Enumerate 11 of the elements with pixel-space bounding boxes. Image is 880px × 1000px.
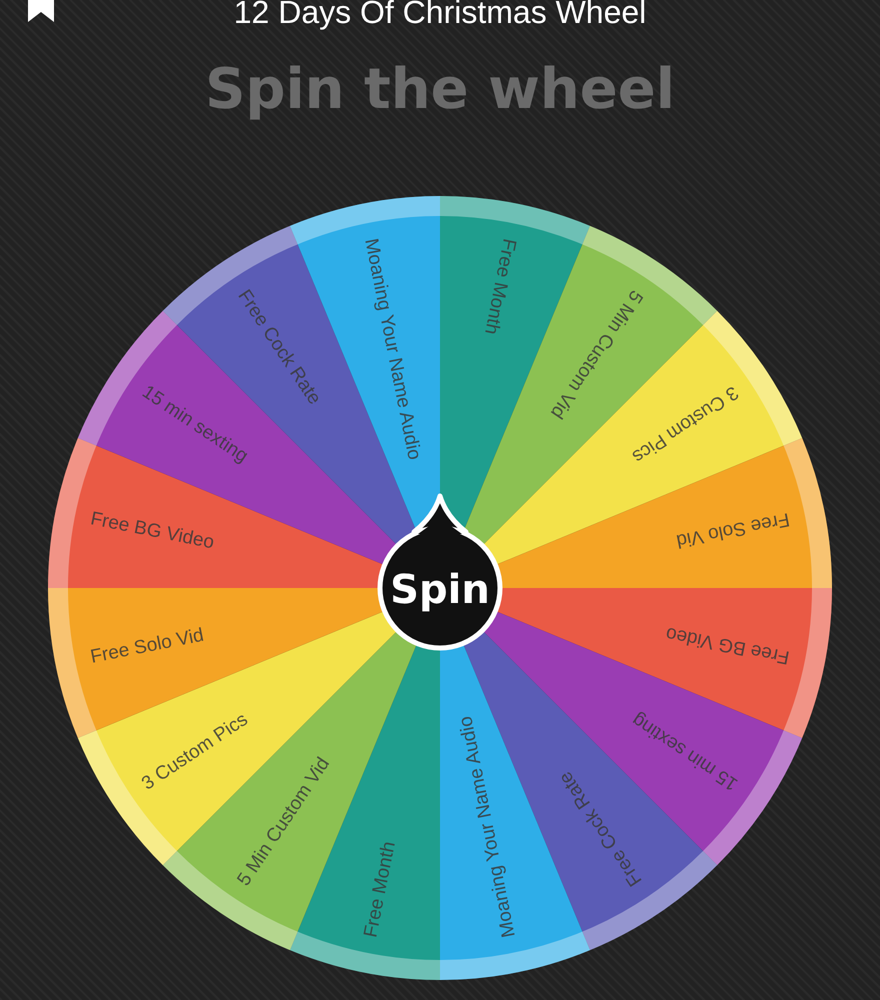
- segment-label: Free BG Video: [664, 622, 792, 668]
- segment-label: Free Solo Vid: [88, 624, 206, 668]
- page-title: 12 Days Of Christmas Wheel: [234, 0, 646, 30]
- segment-label: Moaning Your Name Audio: [455, 714, 520, 940]
- wheel-heading: Spin the wheel: [205, 58, 675, 122]
- bookmark-icon[interactable]: [26, 0, 56, 22]
- segment-label: Free Solo Vid: [674, 508, 792, 552]
- segment-label: Moaning Your Name Audio: [360, 236, 425, 462]
- segment-label: Free BG Video: [88, 508, 216, 554]
- segment-label: Free Month: [360, 840, 400, 940]
- segment-label: Free Month: [480, 236, 520, 336]
